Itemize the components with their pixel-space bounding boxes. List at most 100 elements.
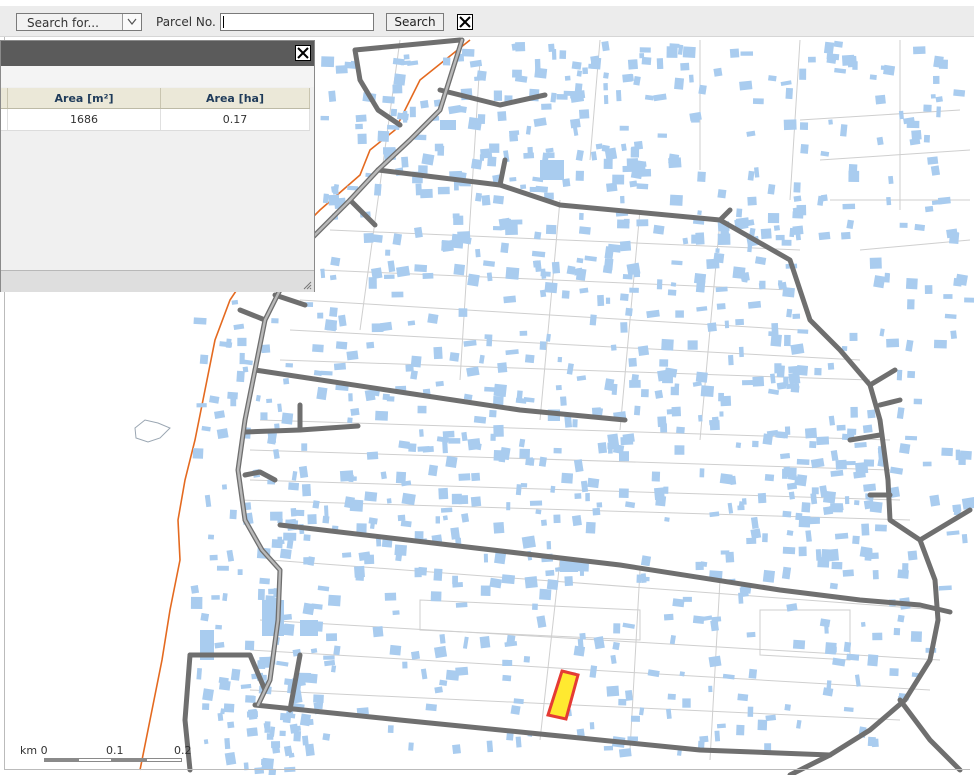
building [628, 357, 637, 367]
building [461, 431, 468, 442]
building [303, 534, 311, 541]
table-cell-area-m2: 1686 [7, 108, 161, 131]
building [475, 248, 481, 258]
building [541, 103, 552, 110]
building [924, 205, 934, 213]
building [592, 507, 601, 516]
column-header-area-ha[interactable]: Area [ha] [160, 88, 310, 109]
building [329, 274, 337, 281]
building [639, 53, 645, 59]
building [793, 182, 801, 193]
building [618, 748, 632, 758]
building [533, 231, 542, 240]
search-for-select[interactable]: Search for... [16, 13, 142, 31]
building [279, 548, 292, 560]
toolbar-close-icon[interactable] [457, 14, 473, 30]
building [582, 67, 588, 75]
building [764, 474, 775, 482]
building [323, 505, 329, 518]
building [691, 117, 700, 123]
building [898, 110, 904, 120]
parcel-number-input[interactable] [220, 13, 374, 31]
building [739, 80, 753, 91]
building [938, 585, 952, 591]
building [516, 390, 523, 400]
table-row[interactable]: 1686 0.17 [1, 108, 310, 131]
building [737, 693, 749, 702]
building [428, 464, 439, 477]
resize-grip-icon[interactable] [302, 280, 312, 290]
building [254, 767, 265, 775]
building [442, 430, 455, 438]
building [288, 482, 300, 491]
building [950, 330, 957, 340]
building [786, 308, 793, 318]
building [414, 264, 428, 273]
column-header-area-m2[interactable]: Area [m²] [7, 88, 161, 109]
building [445, 455, 458, 469]
building [251, 709, 258, 716]
building [515, 484, 522, 496]
close-icon[interactable] [295, 45, 311, 61]
building [434, 686, 443, 694]
building [597, 442, 608, 454]
building [854, 500, 860, 506]
building [346, 350, 359, 361]
building [679, 671, 685, 677]
building [662, 376, 673, 384]
building [293, 730, 302, 742]
building [656, 279, 663, 290]
building [344, 61, 356, 69]
building [497, 362, 508, 373]
building [489, 409, 497, 418]
building [687, 340, 698, 350]
building [747, 196, 757, 206]
building [782, 546, 796, 555]
building [724, 320, 730, 329]
building [720, 550, 730, 555]
building [354, 565, 365, 578]
building [546, 541, 552, 550]
building [553, 447, 562, 454]
building [635, 160, 646, 172]
building [579, 632, 586, 640]
building [864, 550, 872, 561]
building [561, 290, 570, 299]
building [631, 146, 637, 151]
building [259, 656, 271, 668]
building [401, 492, 416, 506]
building [735, 442, 742, 449]
building [964, 297, 974, 303]
building [813, 517, 821, 523]
building [506, 502, 511, 511]
building [848, 164, 858, 175]
building [869, 257, 882, 269]
building [230, 668, 241, 681]
building [738, 346, 744, 358]
building [587, 477, 600, 489]
building [841, 231, 851, 240]
building [606, 685, 620, 697]
building [801, 502, 811, 513]
building [860, 621, 866, 627]
building [823, 41, 835, 54]
scale-segment [146, 758, 182, 762]
building [585, 521, 596, 534]
building [467, 273, 480, 287]
building [843, 641, 852, 653]
panel-footer [1, 270, 314, 292]
building [773, 225, 781, 231]
building [884, 272, 891, 283]
building [532, 603, 538, 611]
building [590, 57, 602, 70]
building [617, 219, 630, 229]
panel-header[interactable] [1, 41, 314, 66]
building [862, 424, 873, 434]
building [593, 636, 605, 650]
building [597, 294, 605, 307]
building [385, 249, 391, 256]
chevron-down-icon[interactable] [122, 14, 141, 30]
search-button[interactable]: Search [386, 13, 444, 31]
building [680, 62, 690, 71]
building [914, 223, 926, 232]
